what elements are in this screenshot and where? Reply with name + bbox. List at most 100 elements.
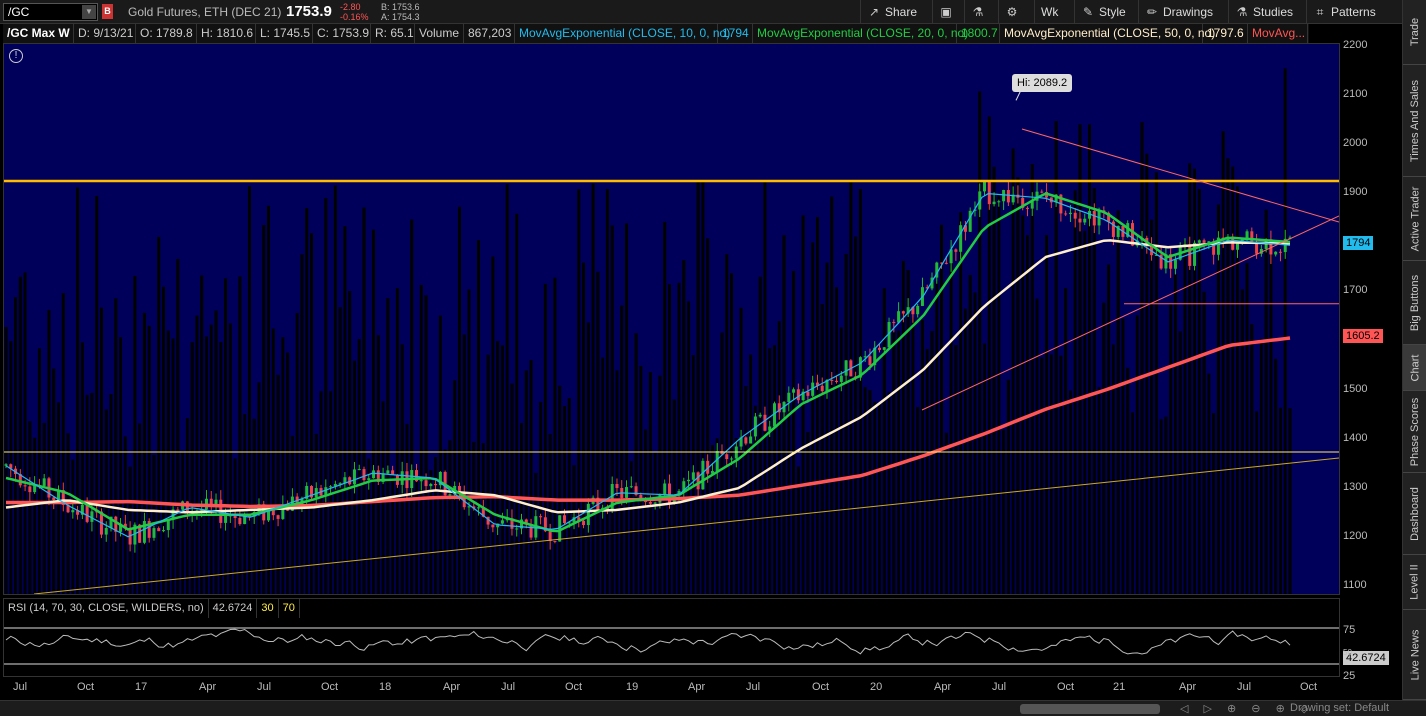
sidebar-tab-label: Dashboard [1409, 486, 1422, 541]
volume-bar [1178, 331, 1182, 594]
volume-bar [405, 423, 409, 594]
volume-bar [190, 342, 194, 594]
price-tick: 1100 [1343, 579, 1367, 591]
ma200-label[interactable]: MovAvg... [1248, 24, 1308, 43]
volume-bar [500, 345, 504, 594]
volume-bar [267, 205, 271, 594]
flask-icon: ⚗ [972, 5, 984, 19]
share-button[interactable]: ↗ Share [860, 0, 932, 24]
volume-bar [1264, 209, 1268, 594]
sidebar-tab-dashboard[interactable]: Dashboard [1403, 473, 1426, 555]
settings-button[interactable]: ⚙ [998, 0, 1034, 24]
studies-button[interactable]: ⚗ Studies [1228, 0, 1306, 24]
volume-bar [916, 407, 920, 594]
sidebar-tab-level-ii[interactable]: Level II [1403, 555, 1426, 610]
camera-icon: ▣ [940, 5, 952, 19]
candle-body [429, 483, 433, 487]
aggregation-button[interactable]: Wk [1034, 0, 1074, 24]
horizontal-scrollbar[interactable] [1020, 704, 1160, 714]
volume-label[interactable]: Volume [415, 24, 464, 43]
volume-bar [787, 391, 791, 594]
ma10-price-tag: 1794 [1343, 236, 1374, 250]
drawings-button[interactable]: ✏ Drawings [1138, 0, 1228, 24]
time-tick: Oct [1300, 681, 1318, 693]
time-tick: 17 [135, 681, 148, 693]
volume-bar [1111, 344, 1115, 594]
volume-bar [725, 254, 729, 594]
price-axis[interactable] [1341, 24, 1401, 700]
price-chart-panel[interactable]: ! Hi: 2089.2 [3, 43, 1340, 595]
volume-bar [944, 432, 948, 594]
gear-icon: ⚙ [1006, 5, 1018, 19]
experiments-button[interactable]: ⚗ [964, 0, 998, 24]
sidebar-tab-label: Level II [1409, 564, 1421, 600]
volume-bar [181, 450, 185, 594]
candle-body [734, 446, 738, 459]
symbol-flag-badge: B [102, 4, 113, 19]
candle-body [868, 356, 872, 366]
volume-bar [878, 403, 882, 594]
candle-body [1092, 210, 1096, 226]
sidebar-tab-active-trader[interactable]: Active Trader [1403, 177, 1426, 261]
sidebar-tab-phase-scores[interactable]: Phase Scores [1403, 391, 1426, 473]
candle-body [725, 454, 729, 460]
volume-bar [739, 307, 743, 594]
sidebar-tab-trade[interactable]: Trade [1403, 0, 1426, 65]
volume-bar [582, 262, 586, 594]
ma20-label[interactable]: MovAvgExponential (CLOSE, 20, 0, no) [753, 24, 968, 43]
sidebar-tab-live-news[interactable]: Live News [1403, 610, 1426, 700]
volume-bar [1245, 263, 1249, 594]
volume-bar [247, 186, 251, 594]
sidebar-tab-chart[interactable]: Chart [1403, 345, 1426, 391]
volume-bar [90, 392, 94, 594]
candle-body [844, 360, 848, 376]
volume-bar [1250, 324, 1254, 594]
candle-body [820, 385, 824, 392]
volume-bar [954, 345, 958, 594]
price-tick: 1400 [1343, 431, 1368, 444]
ma50-label[interactable]: MovAvgExponential (CLOSE, 50, 0, no) [1000, 24, 1215, 43]
volume-bar [486, 354, 490, 594]
volume-bar [18, 276, 22, 594]
candle-body [477, 507, 481, 509]
volume-bar [138, 423, 142, 594]
bar-low: L: 1745.5 [256, 24, 313, 43]
candle-body [515, 528, 519, 530]
rsi-tick: 75 [1343, 624, 1356, 636]
candle-body [1197, 240, 1201, 243]
time-tick: Jul [746, 681, 761, 693]
candle-body [944, 262, 948, 264]
volume-bar [80, 342, 84, 594]
volume-bar [887, 392, 891, 594]
chevron-down-icon[interactable]: ▼ [82, 5, 96, 19]
chart-style-icon: ✎ [1082, 5, 1094, 19]
candle-body [992, 201, 996, 205]
volume-bar [66, 433, 70, 594]
volume-bar [863, 387, 867, 594]
ma10-label[interactable]: MovAvgExponential (CLOSE, 10, 0, no) [515, 24, 730, 43]
snapshot-button[interactable]: ▣ [932, 0, 964, 24]
candle-body [1278, 251, 1282, 253]
info-icon[interactable]: ! [9, 49, 23, 63]
volume-bar [4, 326, 8, 594]
price-chart-svg[interactable] [4, 44, 1339, 594]
rsi-panel[interactable]: RSI (14, 70, 30, CLOSE, WILDERS, no) 42.6… [3, 598, 1340, 677]
time-tick: Oct [1057, 681, 1075, 693]
candle-body [1068, 212, 1072, 215]
volume-bar [930, 331, 934, 594]
candle-body [33, 485, 37, 493]
chart-label[interactable]: /GC Max W [3, 24, 74, 43]
style-button[interactable]: ✎ Style [1074, 0, 1138, 24]
candle-body [104, 528, 108, 535]
volume-bar [973, 292, 977, 594]
volume-bar [543, 283, 547, 594]
candle-body [1064, 213, 1068, 215]
sidebar-tab-times-and-sales[interactable]: Times And Sales [1403, 65, 1426, 177]
symbol-input[interactable]: /GC ▼ [3, 3, 98, 21]
volume-bar [1169, 303, 1173, 594]
candle-body [85, 504, 89, 522]
patterns-button[interactable]: ⌗ Patterns [1306, 0, 1390, 24]
sidebar-tab-big-buttons[interactable]: Big Buttons [1403, 261, 1426, 345]
candle-body [352, 469, 356, 485]
time-tick: Apr [443, 681, 461, 693]
